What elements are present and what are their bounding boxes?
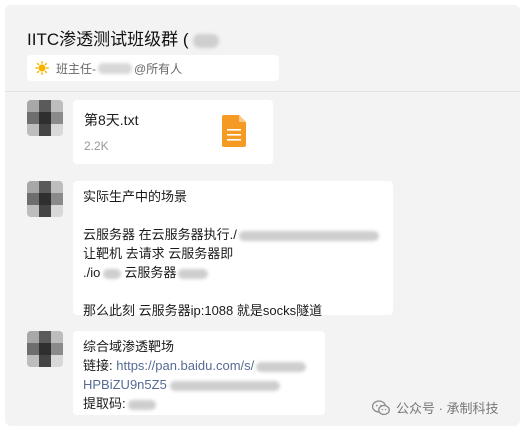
redacted-code bbox=[127, 399, 156, 410]
header-divider bbox=[5, 91, 520, 92]
redacted-text bbox=[103, 268, 122, 279]
message-line: 让靶机 去请求 云服务器即 bbox=[83, 246, 234, 261]
share-link[interactable]: https://pan.baidu.com/s/ bbox=[116, 358, 254, 373]
notice-suffix: @所有人 bbox=[134, 61, 183, 76]
group-notice-bar[interactable]: 班主任- @所有人 bbox=[27, 55, 279, 81]
redacted-link bbox=[169, 380, 280, 391]
message-line-text: ./io bbox=[83, 265, 101, 280]
sender-avatar[interactable] bbox=[27, 331, 63, 367]
message-line-text: 云服务器 bbox=[124, 265, 177, 280]
redacted-group-name bbox=[192, 33, 219, 48]
sender-avatar[interactable] bbox=[27, 181, 63, 217]
message-line: 实际生产中的场景 bbox=[83, 189, 188, 204]
wechat-icon bbox=[372, 399, 390, 415]
notice-icon bbox=[35, 61, 49, 75]
chat-title-text: IITC渗透测试班级群 ( bbox=[27, 30, 189, 49]
watermark: 公众号 · 承制科技 bbox=[372, 398, 499, 417]
chat-window: IITC渗透测试班级群 ( 班主任- @所有人 第8天.txt 2.2K 实际生… bbox=[5, 5, 520, 426]
sender-avatar[interactable] bbox=[27, 100, 63, 136]
message-line: 提取码: bbox=[83, 394, 315, 413]
file-name: 第8天.txt bbox=[84, 112, 139, 128]
message-line-text: 提取码: bbox=[83, 396, 126, 411]
message-line: ./io 云服务器 bbox=[83, 263, 383, 282]
message-line-text: 链接: bbox=[83, 358, 117, 373]
redacted-command bbox=[238, 230, 379, 241]
message-line: 链接: https://pan.baidu.com/s/ bbox=[83, 356, 315, 375]
file-message[interactable]: 第8天.txt 2.2K bbox=[73, 100, 273, 164]
notice-prefix: 班主任- bbox=[56, 61, 96, 76]
text-message[interactable]: 综合域渗透靶场 链接: https://pan.baidu.com/s/ HPB… bbox=[73, 331, 325, 415]
message-line-text: 云服务器 在云服务器执行./ bbox=[83, 227, 237, 242]
redacted-link bbox=[256, 361, 307, 372]
document-file-icon bbox=[222, 115, 246, 147]
redacted-text bbox=[178, 268, 209, 279]
message-line: 综合域渗透靶场 bbox=[83, 339, 175, 354]
share-link-continued[interactable]: HPBiZU9n5Z5 bbox=[83, 377, 167, 392]
chat-title: IITC渗透测试班级群 ( bbox=[27, 25, 219, 50]
text-message[interactable]: 实际生产中的场景 云服务器 在云服务器执行./ 让靶机 去请求 云服务器即 ./… bbox=[73, 181, 393, 318]
message-line: HPBiZU9n5Z5 bbox=[83, 375, 315, 394]
watermark-text: 公众号 · 承制科技 bbox=[396, 401, 499, 416]
message-line: 那么此刻 云服务器ip:1088 就是socks隧道 bbox=[83, 303, 323, 318]
message-line: 云服务器 在云服务器执行./ bbox=[83, 225, 383, 244]
file-size: 2.2K bbox=[84, 139, 109, 153]
redacted-name bbox=[98, 62, 132, 74]
